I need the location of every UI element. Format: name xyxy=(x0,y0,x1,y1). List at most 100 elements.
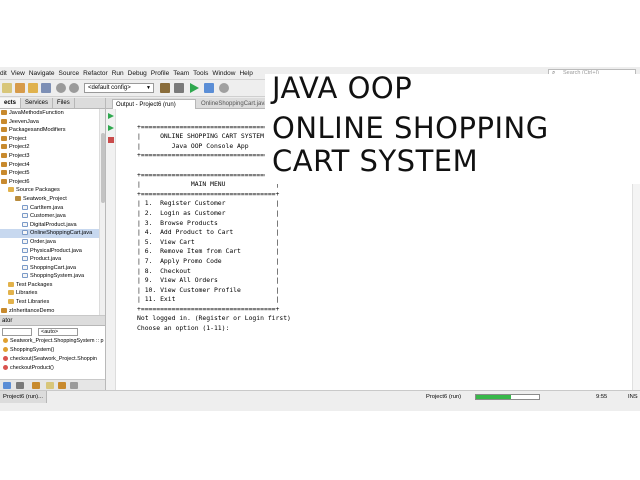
tab-projects[interactable]: ects xyxy=(0,98,22,108)
console-line: | 4. Add Product to Cart | xyxy=(137,228,280,237)
tree-item[interactable]: Test Libraries xyxy=(0,298,105,307)
chevron-down-icon: ▼ xyxy=(146,85,151,91)
console-line: | 2. Login as Customer | xyxy=(137,208,280,217)
nonpublic-icon[interactable] xyxy=(70,382,78,389)
tree-item-label: ShoppingSystem.java xyxy=(30,273,85,280)
menu-run[interactable]: Run xyxy=(112,70,124,77)
tree-scrollbar-thumb[interactable] xyxy=(101,133,105,203)
redo-icon[interactable] xyxy=(69,83,79,93)
static-icon[interactable] xyxy=(46,382,54,389)
overlay-title-line-3: CART SYSTEM xyxy=(272,144,479,178)
menu-team[interactable]: Team xyxy=(173,70,189,77)
menu-window[interactable]: Window xyxy=(212,70,235,77)
tree-item[interactable]: Project xyxy=(0,135,105,144)
java-icon xyxy=(22,273,28,279)
tree-item[interactable]: Project5 xyxy=(0,169,105,178)
build-icon[interactable] xyxy=(160,83,170,93)
console-line: | 9. View All Orders | xyxy=(137,276,280,285)
navigator-members-select[interactable] xyxy=(2,327,32,336)
output-gutter xyxy=(106,109,116,390)
menu-help[interactable]: Help xyxy=(239,70,252,77)
navigator-auto-select[interactable]: <auto> xyxy=(38,327,78,336)
tree-item-label: Test Packages xyxy=(16,281,53,288)
debug-icon[interactable] xyxy=(204,83,214,93)
console-line: +===================================+ xyxy=(137,189,280,198)
tree-item[interactable]: PhysicalProduct.java xyxy=(0,247,105,256)
profile-icon[interactable] xyxy=(219,83,229,93)
tree-item[interactable]: ShoppingSystem.java xyxy=(0,272,105,281)
rerun-with-params-icon[interactable] xyxy=(108,125,114,131)
tree-item[interactable]: ShoppingCart.java xyxy=(0,264,105,273)
navigator-member[interactable]: ShoppingSystem() xyxy=(0,346,105,355)
open-project-icon[interactable] xyxy=(28,83,38,93)
editor-tab[interactable]: OnlineShoppingCart.java xyxy=(198,99,268,109)
tree-item[interactable]: Seatwork_Project xyxy=(0,195,105,204)
tree-item-label: Customer.java xyxy=(30,213,66,220)
menu-refactor[interactable]: Refactor xyxy=(83,70,108,77)
tree-item-label: Seatwork_Project xyxy=(23,195,67,202)
tree-item[interactable]: JavaMethodsFunction xyxy=(0,109,105,118)
tree-item[interactable]: Project4 xyxy=(0,161,105,170)
tree-item[interactable]: PackagesandModifiers xyxy=(0,126,105,135)
menu-edit[interactable]: dit xyxy=(0,70,7,77)
console-line: Not logged in. (Register or Login first) xyxy=(137,314,291,323)
new-file-icon[interactable] xyxy=(2,83,12,93)
sort-icon[interactable] xyxy=(32,382,40,389)
status-output-tab[interactable]: Project6 (run)... xyxy=(0,391,47,403)
save-all-icon[interactable] xyxy=(41,83,51,93)
clean-build-icon[interactable] xyxy=(174,83,184,93)
tree-item[interactable]: Test Packages xyxy=(0,281,105,290)
navigator-member[interactable]: Seatwork_Project.ShoppingSystem :: p xyxy=(0,337,105,346)
fields-icon[interactable] xyxy=(16,382,24,389)
editor-tab[interactable]: Output - Project6 (run) xyxy=(112,99,196,109)
navigator-toolbar xyxy=(0,379,105,390)
tree-item[interactable]: Libraries xyxy=(0,289,105,298)
menu-source[interactable]: Source xyxy=(59,70,80,77)
tree-item-label: Project2 xyxy=(9,144,30,151)
menu-navigate[interactable]: Navigate xyxy=(29,70,55,77)
tree-item[interactable]: Customer.java xyxy=(0,212,105,221)
navigator-member[interactable]: checkout(Seatwork_Project.Shoppin xyxy=(0,355,105,364)
tree-item-label: PhysicalProduct.java xyxy=(30,247,82,254)
navigator-member-label: Seatwork_Project.ShoppingSystem :: p xyxy=(10,338,104,344)
menu-view[interactable]: View xyxy=(11,70,25,77)
tree-item[interactable]: CartItem.java xyxy=(0,204,105,213)
tree-item[interactable]: Project2 xyxy=(0,143,105,152)
tab-services[interactable]: Services xyxy=(21,98,54,108)
tree-item[interactable]: Source Packages xyxy=(0,186,105,195)
filter-icon[interactable] xyxy=(3,382,11,389)
tree-item[interactable]: JeevenJava xyxy=(0,118,105,127)
tree-item[interactable]: Product.java xyxy=(0,255,105,264)
tree-item[interactable]: OnlineShoppingCart.java xyxy=(0,229,105,238)
config-select[interactable]: <default config> ▼ xyxy=(84,83,154,93)
folder-icon xyxy=(8,187,14,193)
new-project-icon[interactable] xyxy=(15,83,25,93)
console-line: | 6. Remove Item from Cart | xyxy=(137,247,280,256)
tree-item-label: Product.java xyxy=(30,256,62,263)
tree-item[interactable]: zInheritanceDemo xyxy=(0,307,105,315)
java-icon xyxy=(22,204,28,210)
tree-item-label: ShoppingCart.java xyxy=(30,264,77,271)
tree-item-label: PackagesandModifiers xyxy=(9,127,66,134)
menu-debug[interactable]: Debug xyxy=(128,70,147,77)
menu-tools[interactable]: Tools xyxy=(193,70,208,77)
tree-item[interactable]: Order.java xyxy=(0,238,105,247)
project-icon xyxy=(1,170,7,176)
inherited-icon[interactable] xyxy=(58,382,66,389)
menu-profile[interactable]: Profile xyxy=(151,70,169,77)
tree-item[interactable]: Project6 xyxy=(0,178,105,187)
tree-item[interactable]: DigitalProduct.java xyxy=(0,221,105,230)
undo-icon[interactable] xyxy=(56,83,66,93)
tree-scrollbar[interactable] xyxy=(99,109,105,315)
status-bar: Project6 (run)... Project6 (run) 9:55 IN… xyxy=(0,390,640,411)
stop-icon[interactable] xyxy=(108,137,114,143)
tree-item[interactable]: Project3 xyxy=(0,152,105,161)
tab-files[interactable]: Files xyxy=(53,98,75,108)
project-icon xyxy=(1,118,7,124)
tree-item-label: JeevenJava xyxy=(9,118,39,125)
project-icon xyxy=(1,178,7,184)
run-icon[interactable] xyxy=(190,83,199,93)
project-icon xyxy=(1,152,7,158)
rerun-icon[interactable] xyxy=(108,113,114,119)
navigator-member[interactable]: checkoutProduct() xyxy=(0,364,105,373)
